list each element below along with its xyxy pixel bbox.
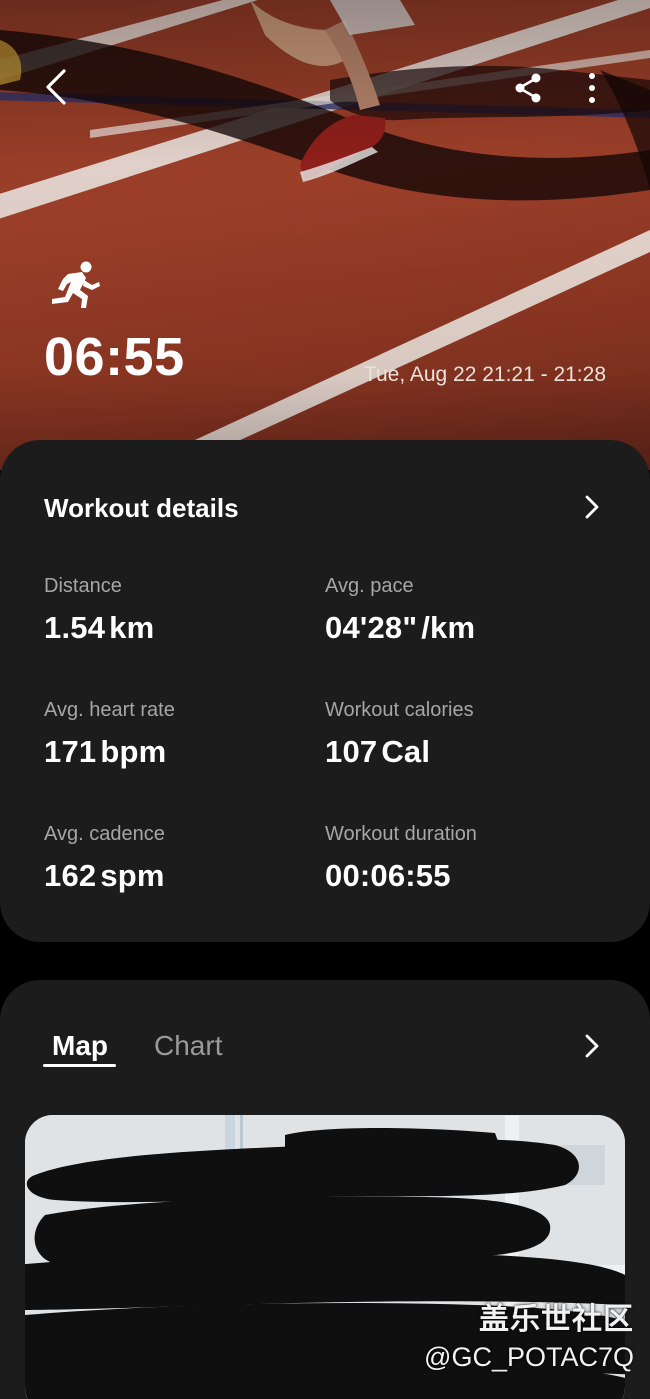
stat-value: 1.54 km — [44, 610, 154, 646]
chevron-right-icon — [585, 495, 599, 519]
stat-label: Avg. pace — [325, 575, 414, 597]
hero-banner: 06:55 Tue, Aug 22 21:21 - 21:28 — [0, 0, 650, 470]
map-open-button[interactable] — [572, 1026, 612, 1066]
stat-unit: Cal — [381, 734, 431, 769]
stat-unit: spm — [100, 858, 165, 893]
tab-map[interactable]: Map — [52, 1030, 108, 1062]
stat-number: 1.54 — [44, 610, 106, 645]
share-button[interactable] — [506, 66, 550, 110]
stat-avg-cadence: Avg. cadence 162 spm — [44, 823, 165, 894]
tab-selected-indicator — [43, 1064, 116, 1067]
stat-avg-heart-rate: Avg. heart rate 171 bpm — [44, 699, 175, 770]
stat-number: 107 — [325, 734, 378, 769]
stat-number: 162 — [44, 858, 97, 893]
running-track-photo — [0, 0, 650, 470]
workout-date-range: Tue, Aug 22 21:21 - 21:28 — [363, 363, 606, 386]
back-button[interactable] — [34, 64, 78, 110]
stat-unit: km — [109, 610, 155, 645]
stat-unit: bpm — [100, 734, 167, 769]
stat-label: Workout calories — [325, 699, 474, 721]
more-vertical-icon — [589, 73, 595, 103]
share-icon — [515, 73, 541, 103]
stat-label: Distance — [44, 575, 122, 597]
running-icon — [52, 261, 100, 308]
stat-label: Avg. cadence — [44, 823, 165, 845]
stat-value: 107 Cal — [325, 734, 474, 770]
stat-avg-pace: Avg. pace 04'28"/km — [325, 575, 475, 646]
tab-chart[interactable]: Chart — [154, 1030, 222, 1062]
workout-details-open-button[interactable] — [572, 487, 612, 527]
stat-number: 00:06:55 — [325, 858, 451, 893]
stat-value: 162 spm — [44, 858, 165, 894]
stat-label: Workout duration — [325, 823, 477, 845]
stat-unit: /km — [421, 610, 476, 645]
workout-duration-headline: 06:55 — [44, 327, 185, 387]
stat-workout-duration: Workout duration 00:06:55 — [325, 823, 477, 894]
stat-number: 171 — [44, 734, 97, 769]
stat-value: 171 bpm — [44, 734, 175, 770]
stat-value: 04'28"/km — [325, 610, 475, 646]
watermark-handle: @GC_POTAC7Q — [424, 1342, 634, 1372]
chevron-right-icon — [585, 1034, 599, 1058]
stat-value: 00:06:55 — [325, 858, 477, 894]
more-options-button[interactable] — [572, 66, 612, 110]
stat-workout-calories: Workout calories 107 Cal — [325, 699, 474, 770]
watermark-community: 盖乐世社区 — [479, 1303, 634, 1336]
stat-label: Avg. heart rate — [44, 699, 175, 721]
stat-distance: Distance 1.54 km — [44, 575, 154, 646]
chevron-left-icon — [46, 69, 66, 105]
stat-number: 04'28" — [325, 610, 418, 645]
workout-details-title: Workout details — [44, 493, 239, 523]
